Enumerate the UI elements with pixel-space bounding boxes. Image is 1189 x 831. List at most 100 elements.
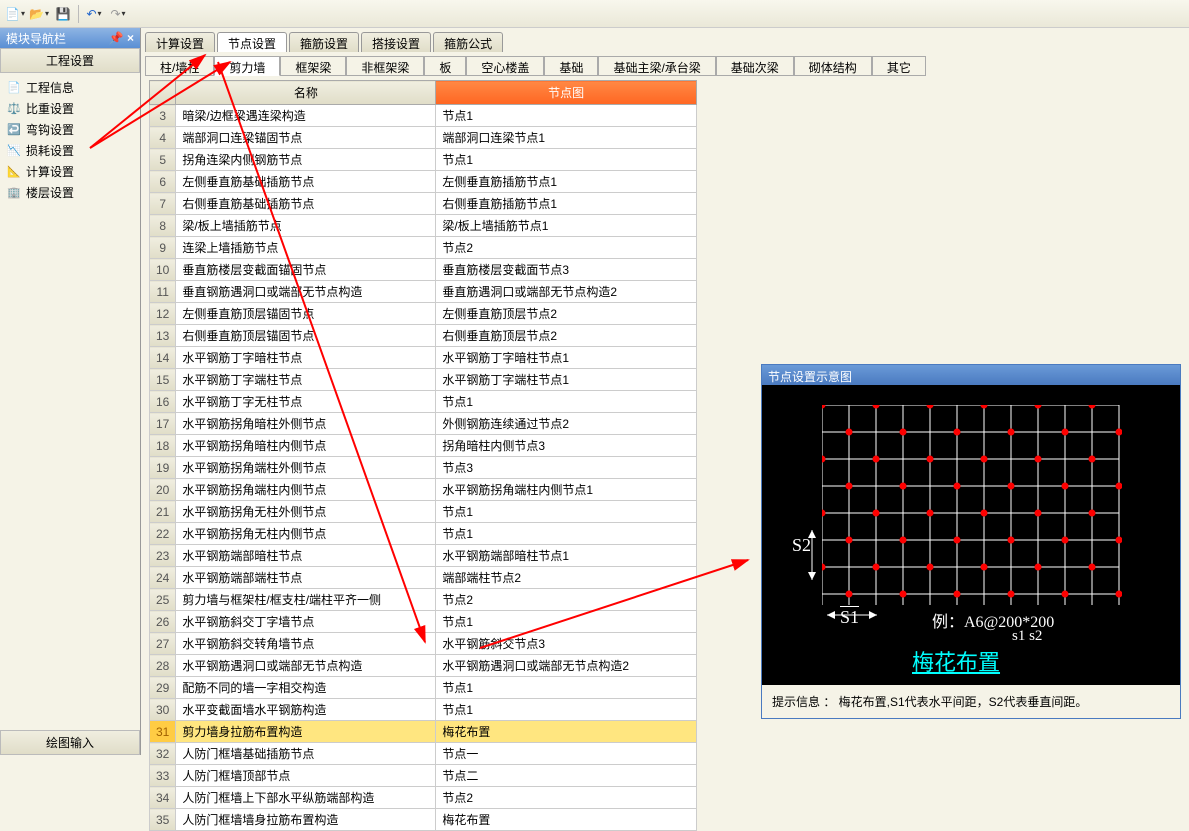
cell-name[interactable]: 连梁上墙插筋节点	[176, 237, 436, 259]
cell-node[interactable]: 节点二	[436, 765, 697, 787]
cell-name[interactable]: 端部洞口连梁锚固节点	[176, 127, 436, 149]
top-tab[interactable]: 箍筋设置	[289, 32, 359, 52]
cell-node[interactable]: 水平钢筋丁字暗柱节点1	[436, 347, 697, 369]
cell-node[interactable]: 节点1	[436, 611, 697, 633]
table-row[interactable]: 22水平钢筋拐角无柱内侧节点节点1	[150, 523, 697, 545]
table-row[interactable]: 5拐角连梁内侧钢筋节点节点1	[150, 149, 697, 171]
cell-node[interactable]: 节点1	[436, 501, 697, 523]
sub-tab[interactable]: 非框架梁	[346, 56, 424, 76]
nav-item[interactable]: 📉损耗设置	[2, 140, 138, 161]
open-button[interactable]: 📂▾	[28, 3, 50, 25]
top-tab[interactable]: 节点设置	[217, 32, 287, 52]
table-row[interactable]: 11垂直钢筋遇洞口或端部无节点构造垂直筋遇洞口或端部无节点构造2	[150, 281, 697, 303]
table-row[interactable]: 6左侧垂直筋基础插筋节点左侧垂直筋插筋节点1	[150, 171, 697, 193]
top-tab[interactable]: 搭接设置	[361, 32, 431, 52]
cell-node[interactable]: 外侧钢筋连续通过节点2	[436, 413, 697, 435]
table-row[interactable]: 8梁/板上墙插筋节点梁/板上墙插筋节点1	[150, 215, 697, 237]
cell-node[interactable]: 节点1	[436, 391, 697, 413]
sub-tab[interactable]: 剪力墙	[214, 56, 280, 76]
cell-name[interactable]: 水平钢筋丁字无柱节点	[176, 391, 436, 413]
new-file-button[interactable]: 📄▾	[4, 3, 26, 25]
cell-name[interactable]: 暗梁/边框梁遇连梁构造	[176, 105, 436, 127]
table-row[interactable]: 33人防门框墙顶部节点节点二	[150, 765, 697, 787]
cell-node[interactable]: 节点一	[436, 743, 697, 765]
cell-node[interactable]: 节点2	[436, 787, 697, 809]
table-row[interactable]: 30水平变截面墙水平钢筋构造节点1	[150, 699, 697, 721]
cell-name[interactable]: 人防门框墙墙身拉筋布置构造	[176, 809, 436, 831]
table-row[interactable]: 29配筋不同的墙一字相交构造节点1	[150, 677, 697, 699]
table-row[interactable]: 9连梁上墙插筋节点节点2	[150, 237, 697, 259]
cell-node[interactable]: 右侧垂直筋顶层节点2	[436, 325, 697, 347]
cell-name[interactable]: 人防门框墙顶部节点	[176, 765, 436, 787]
table-row[interactable]: 20水平钢筋拐角端柱内侧节点水平钢筋拐角端柱内侧节点1	[150, 479, 697, 501]
sub-tab[interactable]: 基础次梁	[716, 56, 794, 76]
cell-node[interactable]: 水平钢筋拐角端柱内侧节点1	[436, 479, 697, 501]
cell-name[interactable]: 右侧垂直筋基础插筋节点	[176, 193, 436, 215]
table-row[interactable]: 23水平钢筋端部暗柱节点水平钢筋端部暗柱节点1	[150, 545, 697, 567]
cell-node[interactable]: 左侧垂直筋顶层节点2	[436, 303, 697, 325]
sub-tab[interactable]: 其它	[872, 56, 926, 76]
cell-node[interactable]: 梅花布置	[436, 721, 697, 743]
table-row[interactable]: 14水平钢筋丁字暗柱节点水平钢筋丁字暗柱节点1	[150, 347, 697, 369]
cell-node[interactable]: 节点1	[436, 523, 697, 545]
close-icon[interactable]: ×	[127, 31, 134, 45]
section-project-settings[interactable]: 工程设置	[0, 48, 140, 73]
cell-node[interactable]: 水平钢筋丁字端柱节点1	[436, 369, 697, 391]
section-drawing-input[interactable]: 绘图输入	[0, 730, 140, 755]
cell-name[interactable]: 水平钢筋端部端柱节点	[176, 567, 436, 589]
cell-name[interactable]: 左侧垂直筋顶层锚固节点	[176, 303, 436, 325]
cell-name[interactable]: 水平钢筋遇洞口或端部无节点构造	[176, 655, 436, 677]
table-row[interactable]: 32人防门框墙基础插筋节点节点一	[150, 743, 697, 765]
cell-name[interactable]: 剪力墙身拉筋布置构造	[176, 721, 436, 743]
cell-node[interactable]: 梁/板上墙插筋节点1	[436, 215, 697, 237]
cell-node[interactable]: 水平钢筋遇洞口或端部无节点构造2	[436, 655, 697, 677]
nav-item[interactable]: ↩️弯钩设置	[2, 119, 138, 140]
cell-node[interactable]: 节点2	[436, 237, 697, 259]
redo-button[interactable]: ↷▾	[107, 3, 129, 25]
cell-node[interactable]: 垂直筋遇洞口或端部无节点构造2	[436, 281, 697, 303]
cell-name[interactable]: 水平钢筋拐角端柱外侧节点	[176, 457, 436, 479]
table-row[interactable]: 24水平钢筋端部端柱节点端部端柱节点2	[150, 567, 697, 589]
table-row[interactable]: 31剪力墙身拉筋布置构造梅花布置	[150, 721, 697, 743]
table-row[interactable]: 26水平钢筋斜交丁字墙节点节点1	[150, 611, 697, 633]
sub-tab[interactable]: 柱/墙柱	[145, 56, 214, 76]
cell-name[interactable]: 垂直钢筋遇洞口或端部无节点构造	[176, 281, 436, 303]
sub-tab[interactable]: 砌体结构	[794, 56, 872, 76]
table-row[interactable]: 18水平钢筋拐角暗柱内侧节点拐角暗柱内侧节点3	[150, 435, 697, 457]
sub-tab[interactable]: 空心楼盖	[466, 56, 544, 76]
table-row[interactable]: 17水平钢筋拐角暗柱外侧节点外侧钢筋连续通过节点2	[150, 413, 697, 435]
cell-name[interactable]: 水平钢筋端部暗柱节点	[176, 545, 436, 567]
table-row[interactable]: 19水平钢筋拐角端柱外侧节点节点3	[150, 457, 697, 479]
cell-name[interactable]: 左侧垂直筋基础插筋节点	[176, 171, 436, 193]
table-row[interactable]: 28水平钢筋遇洞口或端部无节点构造水平钢筋遇洞口或端部无节点构造2	[150, 655, 697, 677]
nav-item[interactable]: 📐计算设置	[2, 161, 138, 182]
cell-name[interactable]: 垂直筋楼层变截面锚固节点	[176, 259, 436, 281]
table-row[interactable]: 13右侧垂直筋顶层锚固节点右侧垂直筋顶层节点2	[150, 325, 697, 347]
nav-item[interactable]: 📄工程信息	[2, 77, 138, 98]
nav-item[interactable]: 🏢楼层设置	[2, 182, 138, 203]
label-link[interactable]: 梅花布置	[912, 645, 1000, 677]
cell-node[interactable]: 节点1	[436, 149, 697, 171]
undo-button[interactable]: ↶▾	[83, 3, 105, 25]
cell-name[interactable]: 水平钢筋拐角无柱内侧节点	[176, 523, 436, 545]
cell-name[interactable]: 水平钢筋拐角无柱外侧节点	[176, 501, 436, 523]
cell-name[interactable]: 剪力墙与框架柱/框支柱/端柱平齐一侧	[176, 589, 436, 611]
cell-name[interactable]: 人防门框墙上下部水平纵筋端部构造	[176, 787, 436, 809]
cell-name[interactable]: 水平钢筋丁字暗柱节点	[176, 347, 436, 369]
table-row[interactable]: 25剪力墙与框架柱/框支柱/端柱平齐一侧节点2	[150, 589, 697, 611]
cell-name[interactable]: 水平钢筋斜交丁字墙节点	[176, 611, 436, 633]
top-tab[interactable]: 箍筋公式	[433, 32, 503, 52]
cell-name[interactable]: 水平钢筋拐角暗柱内侧节点	[176, 435, 436, 457]
pin-icon[interactable]: 📌	[109, 31, 124, 45]
cell-node[interactable]: 拐角暗柱内侧节点3	[436, 435, 697, 457]
cell-name[interactable]: 水平钢筋斜交转角墙节点	[176, 633, 436, 655]
cell-name[interactable]: 拐角连梁内侧钢筋节点	[176, 149, 436, 171]
table-row[interactable]: 7右侧垂直筋基础插筋节点右侧垂直筋插筋节点1	[150, 193, 697, 215]
cell-node[interactable]: 梅花布置	[436, 809, 697, 831]
table-row[interactable]: 15水平钢筋丁字端柱节点水平钢筋丁字端柱节点1	[150, 369, 697, 391]
cell-node[interactable]: 左侧垂直筋插筋节点1	[436, 171, 697, 193]
cell-node[interactable]: 节点1	[436, 699, 697, 721]
cell-name[interactable]: 水平钢筋丁字端柱节点	[176, 369, 436, 391]
table-row[interactable]: 3暗梁/边框梁遇连梁构造节点1	[150, 105, 697, 127]
sub-tab[interactable]: 基础主梁/承台梁	[598, 56, 715, 76]
